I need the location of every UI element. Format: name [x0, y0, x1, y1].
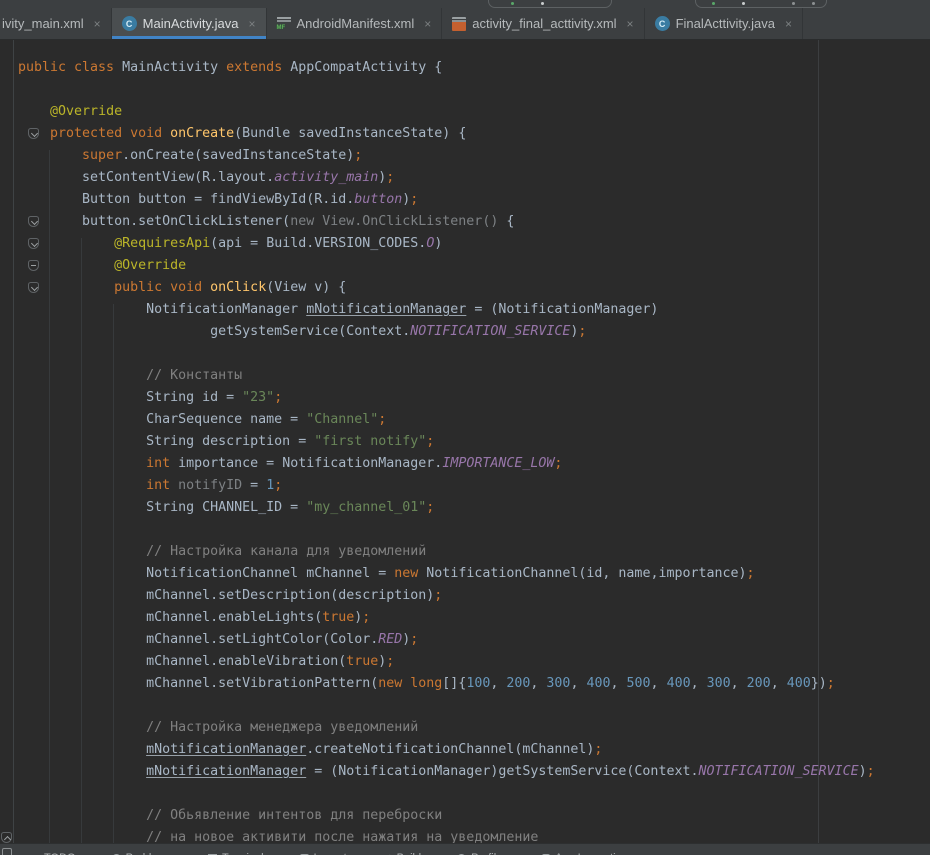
- tab-label: AndroidManifest.xml: [297, 16, 415, 31]
- editor-tab-bar: ivity_main.xml × C MainActivity.java × MF Andr…: [0, 8, 930, 40]
- java-class-icon: C: [655, 16, 670, 31]
- close-tab-icon[interactable]: ×: [424, 17, 431, 31]
- java-class-icon: C: [122, 16, 137, 31]
- layout-xml-icon: [452, 17, 466, 31]
- close-tab-icon[interactable]: ×: [627, 17, 634, 31]
- code-line[interactable]: int importance = NotificationManager.IMP…: [18, 453, 875, 475]
- code-line[interactable]: int notifyID = 1;: [18, 475, 875, 497]
- main-toolbar: [0, 0, 930, 8]
- fold-gutter-line: [13, 40, 14, 843]
- code-line[interactable]: [18, 79, 875, 101]
- code-line[interactable]: // Настройка менеджера уведомлений: [18, 717, 875, 739]
- ide-window: ivity_main.xml × C MainActivity.java × MF Andr…: [0, 0, 930, 855]
- code-line[interactable]: CharSequence name = "Channel";: [18, 409, 875, 431]
- code-line[interactable]: NotificationManager mNotificationManager…: [18, 299, 875, 321]
- code-line[interactable]: mChannel.setDescription(description);: [18, 585, 875, 607]
- code-line[interactable]: mNotificationManager = (NotificationMana…: [18, 761, 875, 783]
- code-line[interactable]: [18, 695, 875, 717]
- tab-androidmanifest-xml[interactable]: MF AndroidManifest.xml ×: [267, 8, 443, 39]
- fold-marker-icon[interactable]: [28, 260, 39, 271]
- code-line[interactable]: @RequiresApi(api = Build.VERSION_CODES.O…: [18, 233, 875, 255]
- fold-marker-icon[interactable]: [28, 238, 39, 249]
- code-line[interactable]: mChannel.enableLights(true);: [18, 607, 875, 629]
- close-tab-icon[interactable]: ×: [785, 17, 792, 31]
- code-line[interactable]: public void onClick(View v) {: [18, 277, 875, 299]
- code-line[interactable]: [18, 783, 875, 805]
- code-line[interactable]: String id = "23";: [18, 387, 875, 409]
- code-line[interactable]: protected void onCreate(Bundle savedInst…: [18, 123, 875, 145]
- code-line[interactable]: super.onCreate(savedInstanceState);: [18, 145, 875, 167]
- fold-marker-icon[interactable]: [1, 832, 12, 843]
- window-icon[interactable]: [2, 848, 12, 855]
- tab-finalacttivity-java[interactable]: C FinalActtivity.java ×: [645, 8, 803, 39]
- tab-ivity-main-xml[interactable]: ivity_main.xml ×: [0, 8, 112, 39]
- code-line[interactable]: [18, 343, 875, 365]
- device-widget-chip: [695, 0, 827, 8]
- fold-marker-icon[interactable]: [28, 128, 39, 139]
- tab-label: MainActivity.java: [143, 16, 239, 31]
- code-line[interactable]: @Override: [18, 101, 875, 123]
- close-tab-icon[interactable]: ×: [94, 17, 101, 31]
- code-lines: public class MainActivity extends AppCom…: [18, 57, 875, 849]
- tab-label: FinalActtivity.java: [676, 16, 775, 31]
- code-line[interactable]: Button button = findViewById(R.id.button…: [18, 189, 875, 211]
- fold-marker-icon[interactable]: [28, 282, 39, 293]
- code-line[interactable]: [18, 519, 875, 541]
- code-line[interactable]: mNotificationManager.createNotificationC…: [18, 739, 875, 761]
- tab-label: activity_final_acttivity.xml: [472, 16, 616, 31]
- close-tab-icon[interactable]: ×: [248, 17, 255, 31]
- code-line[interactable]: // Настройка канала для уведомлений: [18, 541, 875, 563]
- code-line[interactable]: @Override: [18, 255, 875, 277]
- code-line[interactable]: NotificationChannel mChannel = new Notif…: [18, 563, 875, 585]
- tool-window-bar: TODOProblemsTerminalLogcatBuildProfilerA…: [0, 843, 930, 855]
- tab-activity-final-acttivity-xml[interactable]: activity_final_acttivity.xml ×: [442, 8, 644, 39]
- tab-label: ivity_main.xml: [2, 16, 84, 31]
- code-line[interactable]: getSystemService(Context.NOTIFICATION_SE…: [18, 321, 875, 343]
- run-widget-chip: [488, 0, 612, 8]
- code-line[interactable]: mChannel.enableVibration(true);: [18, 651, 875, 673]
- manifest-icon: MF: [277, 17, 291, 31]
- code-line[interactable]: mChannel.setLightColor(Color.RED);: [18, 629, 875, 651]
- code-editor[interactable]: public class MainActivity extends AppCom…: [0, 40, 930, 843]
- code-line[interactable]: // Константы: [18, 365, 875, 387]
- code-line[interactable]: // Обьявление интентов для переброски: [18, 805, 875, 827]
- code-line[interactable]: button.setOnClickListener(new View.OnCli…: [18, 211, 875, 233]
- code-line[interactable]: String description = "first notify";: [18, 431, 875, 453]
- code-line[interactable]: setContentView(R.layout.activity_main);: [18, 167, 875, 189]
- fold-marker-icon[interactable]: [28, 216, 39, 227]
- code-line[interactable]: String CHANNEL_ID = "my_channel_01";: [18, 497, 875, 519]
- code-line[interactable]: public class MainActivity extends AppCom…: [18, 57, 875, 79]
- tab-mainactivity-java[interactable]: C MainActivity.java ×: [112, 8, 267, 39]
- code-line[interactable]: mChannel.setVibrationPattern(new long[]{…: [18, 673, 875, 695]
